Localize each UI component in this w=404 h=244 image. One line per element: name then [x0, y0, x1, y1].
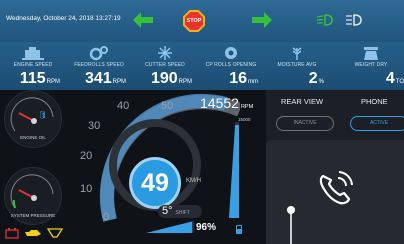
engine-oil-label: ENGINE OIL — [20, 135, 46, 140]
speed-value: 49 — [129, 157, 181, 209]
engine-oil-gauge: 🛢 ENGINE OIL — [4, 90, 62, 148]
metric-weight-dry: WEIGHT DRY 4TO — [338, 42, 404, 90]
speed-scale-label: 30 — [88, 120, 101, 132]
system-pressure-gauge: SYSTEM PRESSURE — [4, 167, 62, 225]
rpm-readout: 14552 RPM — [200, 95, 253, 111]
rpm-unit: RPM — [240, 104, 254, 110]
app-root: Wednesday, October 24, 2018 13:27:19 STO… — [0, 0, 404, 244]
metric-label: ENGINE SPEED — [13, 62, 53, 68]
headlight-icon[interactable] — [316, 13, 334, 27]
cutter-icon — [158, 46, 172, 60]
shift-value: 5° — [162, 205, 173, 217]
metric-moisture-avg: MOISTURE AVG 2% — [264, 42, 330, 90]
rpm-value: 14552 — [200, 95, 239, 111]
parking-light-icon[interactable] — [345, 13, 363, 27]
wheat-icon — [292, 47, 302, 60]
shift-label: SHIFT — [175, 210, 190, 216]
metric-label: FEEDROLLS SPEED — [74, 62, 124, 68]
right-arrow-icon[interactable] — [252, 12, 272, 28]
speed-scale-label: 50 — [161, 100, 174, 112]
rpm-bar — [229, 122, 239, 218]
metric-cutter-speed: CUTTER SPEED 190RPM — [132, 42, 198, 90]
oil-can-icon: 🛢 — [38, 112, 47, 119]
phone-label: PHONE — [361, 97, 388, 106]
fuel-bar — [146, 221, 194, 233]
speed-scale-label: 0 — [103, 211, 110, 223]
metric-engine-speed: ENGINE SPEED 115RPM — [0, 42, 66, 90]
touch-pointer — [287, 206, 295, 244]
metric-value: 4TO — [385, 70, 404, 87]
status-bar: Wednesday, October 24, 2018 13:27:19 STO… — [0, 0, 404, 42]
metric-label: WEIGHT DRY — [354, 62, 388, 68]
phone-call-icon[interactable] — [314, 168, 356, 210]
metric-value: 16mm — [229, 70, 258, 87]
datetime: Wednesday, October 24, 2018 13:27:19 — [6, 15, 121, 22]
fuel-pump-icon — [236, 225, 242, 234]
metric-label: CP ROLLS OPENING — [205, 62, 257, 68]
speed-unit: KM/H — [186, 178, 201, 184]
dashboard-panel: 🛢 ENGINE OIL SYSTEM PRESSURE 0 10 20 30 … — [0, 90, 266, 244]
stop-label: STOP — [186, 18, 202, 24]
rolls-icon — [225, 47, 237, 59]
engine-icon — [22, 47, 44, 60]
rpm-max-label: 15000 — [238, 117, 251, 122]
system-pressure-label: SYSTEM PRESSURE — [10, 213, 56, 218]
metric-value: 190RPM — [150, 70, 192, 87]
engine-oil-dial — [10, 97, 54, 132]
metric-label: MOISTURE AVG — [277, 62, 317, 68]
rear-view-inactive-button[interactable]: INACTIVE — [276, 116, 334, 131]
speed-scale-label: 20 — [80, 150, 93, 162]
battery-warning-icon — [5, 228, 19, 239]
metric-feedrolls-speed: FEEDROLLS SPEED 341RPM — [66, 42, 132, 90]
coolant-warning-icon — [47, 228, 63, 238]
metrics-strip: ENGINE SPEED 115RPM FEEDROLLS SPEED 341R… — [0, 42, 404, 90]
metric-label: CUTTER SPEED — [145, 62, 185, 68]
weight-icon — [364, 47, 378, 60]
fuel-value: 96% — [196, 222, 217, 233]
left-arrow-icon[interactable] — [133, 12, 153, 28]
metric-value: 115RPM — [19, 70, 60, 87]
oil-warning-icon — [25, 230, 41, 236]
gears-icon — [89, 46, 108, 61]
phone-active-button[interactable]: ACTIVE — [350, 116, 404, 131]
shift-indicator: 5° SHIFT — [158, 205, 202, 218]
metric-value: 341RPM — [84, 70, 126, 87]
speed-scale-label: 40 — [117, 100, 130, 112]
stop-button[interactable]: STOP — [183, 10, 205, 32]
metric-value: 2% — [308, 70, 324, 87]
rear-view-label: REAR VIEW — [281, 97, 324, 106]
metric-cp-rolls-opening: CP ROLLS OPENING 16mm — [198, 42, 264, 90]
speed-scale-label: 10 — [80, 183, 93, 195]
